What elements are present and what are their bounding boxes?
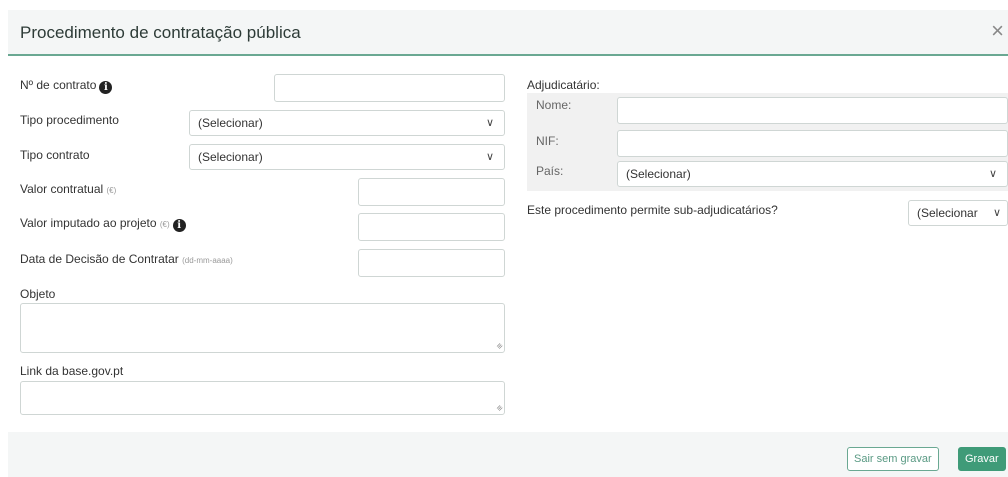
close-icon[interactable]: × — [991, 20, 1004, 42]
contract-value-unit: (€) — [106, 186, 117, 195]
link-label: Link da base.gov.pt — [20, 364, 124, 378]
contract-type-value: (Selecionar) — [198, 150, 263, 164]
imputed-value-input[interactable] — [358, 213, 505, 241]
procedure-type-select[interactable]: (Selecionar) ∨ — [189, 110, 505, 136]
chevron-down-icon: ∨ — [485, 117, 494, 129]
chevron-down-icon: ∨ — [992, 207, 1001, 219]
imputed-value-label: Valor imputado ao projeto (€) i — [20, 216, 186, 232]
subawardee-select[interactable]: (Selecionar ∨ — [908, 200, 1008, 226]
country-select[interactable]: (Selecionar) ∨ — [617, 161, 1008, 187]
resize-grip-icon[interactable]: ≡ — [494, 403, 505, 414]
awardee-name-input[interactable] — [617, 97, 1008, 124]
dialog-header: Procedimento de contratação pública × — [8, 10, 1008, 56]
contract-type-select[interactable]: (Selecionar) ∨ — [189, 144, 505, 170]
object-label: Objeto — [20, 287, 56, 301]
procedure-type-value: (Selecionar) — [198, 116, 263, 130]
country-label: País: — [536, 164, 564, 178]
dialog-title: Procedimento de contratação pública — [20, 23, 301, 42]
subawardee-value: (Selecionar — [917, 206, 978, 220]
imputed-value-unit: (€) — [159, 220, 170, 229]
exit-without-saving-button[interactable]: Sair sem gravar — [847, 447, 939, 471]
resize-grip-icon[interactable]: ≡ — [494, 341, 505, 352]
decision-date-label: Data de Decisão de Contratar (dd-mm-aaaa… — [20, 252, 233, 266]
contract-type-label: Tipo contrato — [20, 148, 90, 162]
awardee-nif-input[interactable] — [617, 130, 1008, 157]
awardee-label: Adjudicatário: — [527, 78, 600, 92]
save-button[interactable]: Gravar — [958, 447, 1006, 471]
info-icon[interactable]: i — [172, 219, 186, 232]
chevron-down-icon: ∨ — [485, 151, 494, 163]
chevron-down-icon: ∨ — [988, 168, 997, 180]
nif-label: NIF: — [536, 134, 559, 148]
info-icon[interactable]: i — [99, 81, 113, 94]
object-textarea[interactable]: ≡ — [20, 303, 505, 353]
contract-value-label: Valor contratual (€) — [20, 182, 117, 196]
procedure-type-label: Tipo procedimento — [20, 113, 119, 127]
contract-number-input[interactable] — [274, 74, 505, 102]
contract-number-label: Nº de contrato i — [20, 78, 113, 94]
country-value: (Selecionar) — [626, 167, 691, 181]
name-label: Nome: — [536, 98, 572, 112]
decision-date-input[interactable] — [358, 249, 505, 277]
subawardee-question: Este procedimento permite sub-adjudicatá… — [527, 203, 778, 217]
decision-date-hint: (dd-mm-aaaa) — [182, 256, 233, 265]
contract-value-input[interactable] — [358, 178, 505, 206]
link-textarea[interactable]: ≡ — [20, 381, 505, 415]
